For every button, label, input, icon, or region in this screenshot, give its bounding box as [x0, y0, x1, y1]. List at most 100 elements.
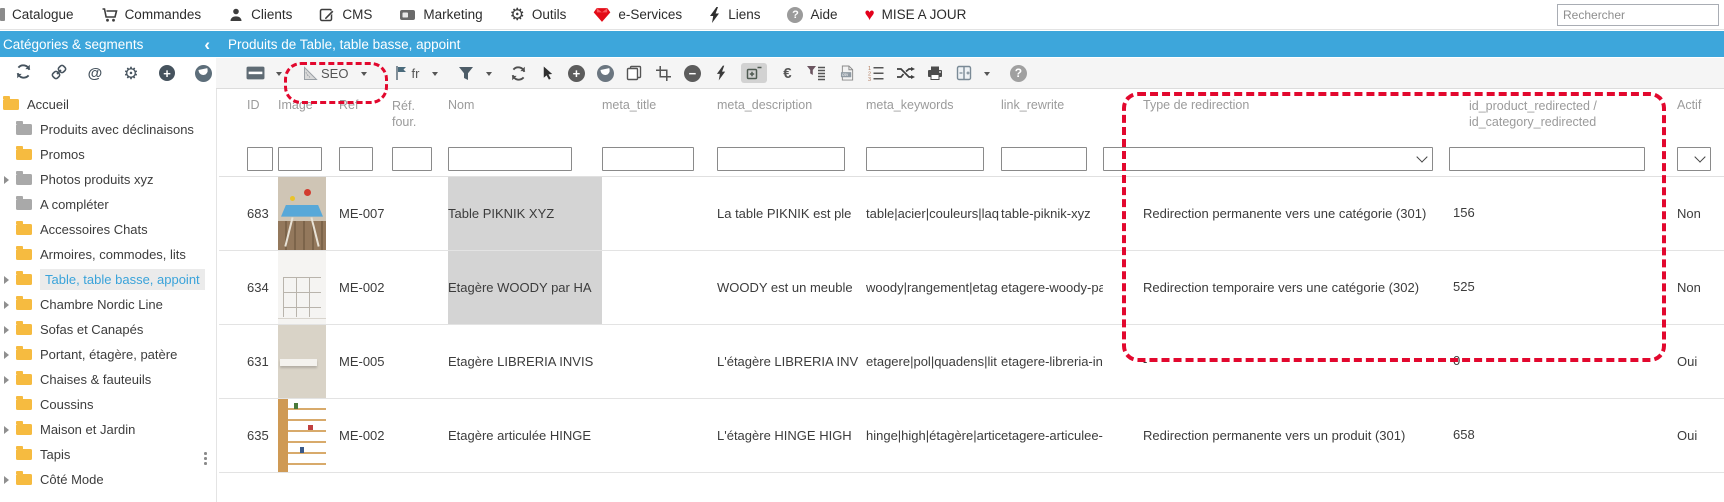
sidebar-item-portant[interactable]: Portant, étagère, patère — [0, 342, 200, 367]
sidebar-item-a-completer[interactable]: A compléter — [0, 192, 200, 217]
filter-ref-four-input[interactable] — [392, 147, 432, 171]
refresh-button[interactable] — [509, 63, 527, 83]
expand-arrow-icon[interactable] — [4, 276, 9, 284]
link-button[interactable] — [49, 63, 69, 83]
menu-liens[interactable]: Liens — [709, 7, 760, 23]
seo-caret-icon[interactable] — [361, 72, 367, 76]
column-header-ref[interactable]: Ref — [339, 98, 392, 139]
column-header-image[interactable]: Image — [278, 98, 339, 139]
filter-redirect-type-select[interactable] — [1103, 147, 1433, 171]
export-layout-button[interactable] — [955, 63, 973, 83]
view-mode-caret-icon[interactable] — [276, 72, 282, 76]
table-row[interactable]: 683 ME-007 Table PIKNIK XYZ La table PIK… — [219, 177, 1724, 251]
column-header-meta-title[interactable]: meta_title — [602, 98, 717, 139]
menu-marketing[interactable]: Marketing — [399, 7, 482, 23]
seo-button[interactable]: SEO — [303, 63, 350, 83]
filter-link-rewrite-input[interactable] — [1001, 147, 1087, 171]
sidebar-item-armoires[interactable]: Armoires, commodes, lits — [0, 242, 200, 267]
search-input[interactable] — [1557, 4, 1719, 26]
chevron-left-icon[interactable]: ‹ — [204, 36, 210, 53]
column-header-meta-keywords[interactable]: meta_keywords — [866, 98, 1001, 139]
expand-arrow-icon[interactable] — [4, 176, 9, 184]
menu-mise-a-jour[interactable]: ♥ MISE A JOUR — [865, 6, 967, 23]
quick-actions-button[interactable] — [712, 63, 730, 83]
shuffle-button[interactable] — [896, 63, 915, 83]
filter-id-input[interactable] — [247, 147, 273, 171]
expand-arrow-icon[interactable] — [4, 301, 9, 309]
sidebar-item-accessoires-chats[interactable]: Accessoires Chats — [0, 217, 200, 242]
table-row[interactable]: 631 ME-005 Etagère LIBRERIA INVIS L'étag… — [219, 325, 1724, 399]
view-mode-button[interactable] — [246, 63, 265, 83]
language-button[interactable]: fr — [394, 63, 421, 83]
column-header-actif[interactable]: Actif — [1673, 98, 1719, 139]
duplicate-button[interactable] — [625, 63, 643, 83]
expand-arrow-icon[interactable] — [4, 351, 9, 359]
csv-export-button[interactable]: csv — [838, 63, 856, 83]
filter-actif-select[interactable] — [1677, 147, 1711, 171]
sidebar-item-promos[interactable]: Promos — [0, 142, 200, 167]
expand-toggle-button[interactable] — [741, 63, 767, 83]
column-header-redirect-id[interactable]: id_product_redirected / id_category_redi… — [1449, 98, 1673, 139]
help-button[interactable]: ? — [1009, 63, 1027, 83]
filter-nom-input[interactable] — [448, 147, 572, 171]
filter-redirect-id-input[interactable] — [1449, 147, 1645, 171]
sidebar-item-photos-produits[interactable]: Photos produits xyz — [0, 167, 200, 192]
settings-button[interactable]: ⚙ — [121, 63, 141, 83]
cell-link-rewrite: etagere-libreria-invis — [1001, 325, 1103, 398]
export-caret-icon[interactable] — [984, 72, 990, 76]
email-button[interactable]: @ — [85, 63, 105, 83]
menu-aide[interactable]: ? Aide — [787, 7, 837, 23]
filter-meta-title-input[interactable] — [602, 147, 694, 171]
sidebar-item-cote-mode[interactable]: Côté Mode — [0, 467, 200, 492]
price-button[interactable]: € — [778, 63, 796, 83]
sidebar-item-tapis[interactable]: Tapis — [0, 442, 200, 467]
expand-arrow-icon[interactable] — [4, 326, 9, 334]
sidebar-item-maison-jardin[interactable]: Maison et Jardin — [0, 417, 200, 442]
edit-icon — [319, 7, 335, 23]
row-drag-handle[interactable] — [204, 452, 207, 465]
filter-image-input[interactable] — [278, 147, 322, 171]
language-caret-icon[interactable] — [432, 72, 438, 76]
filter-caret-icon[interactable] — [486, 72, 492, 76]
refresh-button[interactable] — [13, 63, 33, 83]
print-button[interactable] — [926, 63, 944, 83]
column-header-meta-description[interactable]: meta_description — [717, 98, 866, 139]
crop-button[interactable] — [654, 63, 672, 83]
sidebar-item-produits-declinaisons[interactable]: Produits avec déclinaisons — [0, 117, 200, 142]
menu-commandes[interactable]: Commandes — [101, 7, 202, 23]
sidebar-item-chaises[interactable]: Chaises & fauteuils — [0, 367, 200, 392]
expand-arrow-icon[interactable] — [4, 426, 9, 434]
column-header-nom[interactable]: Nom — [448, 98, 602, 139]
sidebar-item-table-basse[interactable]: Table, table basse, appoint — [0, 267, 200, 292]
menu-e-services[interactable]: e-Services — [593, 7, 682, 23]
sidebar-item-accueil[interactable]: Accueil — [0, 92, 200, 117]
remove-button[interactable]: − — [683, 63, 701, 83]
expand-arrow-icon[interactable] — [4, 476, 9, 484]
filter-button[interactable] — [457, 63, 475, 83]
sidebar-item-chambre-nordic[interactable]: Chambre Nordic Line — [0, 292, 200, 317]
column-header-ref-four[interactable]: Réf. four. — [392, 98, 448, 139]
filter-ref-input[interactable] — [339, 147, 373, 171]
menu-clients[interactable]: Clients — [228, 7, 292, 23]
sidebar-item-coussins[interactable]: Coussins — [0, 392, 200, 417]
select-mode-button[interactable] — [538, 63, 556, 83]
menu-catalogue[interactable]: Catalogue — [8, 7, 74, 22]
column-header-link-rewrite[interactable]: link_rewrite — [1001, 98, 1103, 139]
column-header-redirect-type[interactable]: Type de redirection — [1103, 98, 1449, 139]
advanced-filter-button[interactable] — [807, 63, 827, 83]
open-in-shop-button[interactable] — [596, 63, 614, 83]
table-row[interactable]: 634 ME-002 Etagère WOODY par HA WOODY es… — [219, 251, 1724, 325]
filter-meta-keywords-input[interactable] — [866, 147, 984, 171]
add-category-button[interactable]: + — [157, 63, 177, 83]
cell-actif: Non — [1673, 177, 1719, 250]
menu-cms[interactable]: CMS — [319, 7, 372, 23]
prestashop-button[interactable] — [193, 63, 213, 83]
expand-arrow-icon[interactable] — [4, 376, 9, 384]
sidebar-item-sofas[interactable]: Sofas et Canapés — [0, 317, 200, 342]
menu-outils[interactable]: ⚙ Outils — [510, 6, 567, 23]
filter-meta-description-input[interactable] — [717, 147, 845, 171]
add-product-button[interactable]: + — [567, 63, 585, 83]
table-row[interactable]: 635 ME-002 Etagère articulée HINGE L'éta… — [219, 399, 1724, 473]
column-header-id[interactable]: ID — [243, 98, 278, 139]
numbered-list-button[interactable]: 123 — [867, 63, 885, 83]
